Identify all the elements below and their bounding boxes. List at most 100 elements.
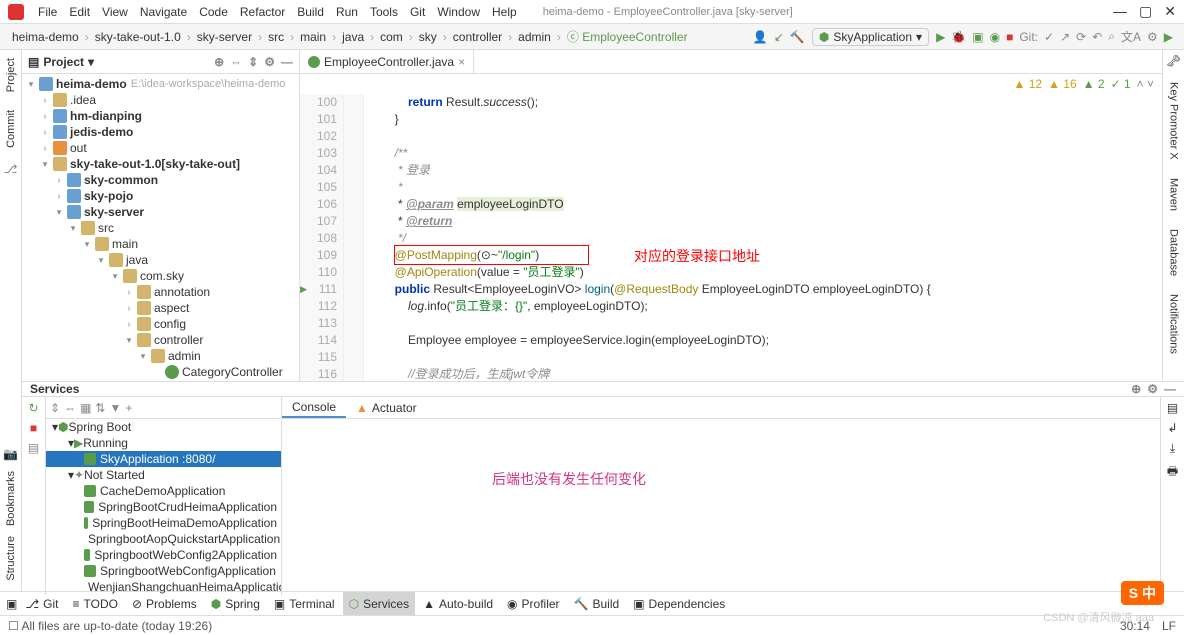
right-tab[interactable]: Database <box>1168 225 1180 280</box>
crumb-class[interactable]: ⓒ EmployeeController <box>563 28 692 45</box>
tree-item[interactable]: ▾sky-take-out-1.0 [sky-take-out] <box>22 156 299 172</box>
tree-item[interactable]: ▾com.sky <box>22 268 299 284</box>
crumb[interactable]: heima-demo <box>8 30 83 44</box>
menu-code[interactable]: Code <box>193 5 234 19</box>
actuator-tab[interactable]: ▲Actuator <box>346 397 427 418</box>
services-hide-icon[interactable]: — <box>1164 382 1176 396</box>
bottom-tab-build[interactable]: 🔨Build <box>568 592 626 615</box>
left-tab-project[interactable]: Project <box>5 54 17 96</box>
right-tab[interactable]: Notifications <box>1168 290 1180 358</box>
collapse-icon[interactable]: ⇔ <box>64 401 76 415</box>
bottom-tab-problems[interactable]: ⊘Problems <box>126 592 203 615</box>
tree-item[interactable]: ›sky-pojo <box>22 188 299 204</box>
services-console[interactable]: Console ▲Actuator 后端也没有发生任何变化 <box>282 397 1160 595</box>
maximize-icon[interactable]: ▢ <box>1139 3 1152 20</box>
tree-item[interactable]: ▾admin <box>22 348 299 364</box>
tree-item[interactable]: ›aspect <box>22 300 299 316</box>
scroll-icon[interactable]: ⤓ <box>1170 441 1175 456</box>
users-icon[interactable]: 👤 <box>753 30 768 44</box>
menu-help[interactable]: Help <box>486 5 523 19</box>
git-revert-icon[interactable]: ↶ <box>1092 30 1102 44</box>
crumb[interactable]: main <box>296 30 330 44</box>
bottom-tab-spring[interactable]: ⬢Spring <box>205 592 266 615</box>
tool-window-icon[interactable]: ▣ <box>6 597 17 611</box>
bottom-tab-git[interactable]: ⎇Git <box>19 592 64 615</box>
service-item[interactable]: SpringbootWebConfig2Application <box>46 547 281 563</box>
debug-icon[interactable]: 🐞 <box>951 30 966 44</box>
expand-icon[interactable]: ⇕ <box>50 401 60 415</box>
tree-item[interactable]: CategoryController <box>22 364 299 380</box>
service-item[interactable]: SpringBootCrudHeimaApplication <box>46 499 281 515</box>
tree-item[interactable]: ›annotation <box>22 284 299 300</box>
group-icon[interactable]: ▦ <box>80 401 91 415</box>
profile-icon[interactable]: ◉ <box>990 30 1000 44</box>
tree-item[interactable]: ›.idea <box>22 92 299 108</box>
menu-run[interactable]: Run <box>330 5 364 19</box>
expand-icon[interactable]: ⇔ <box>230 55 242 69</box>
tree-item[interactable]: ▾controller <box>22 332 299 348</box>
tree-item[interactable]: ›hm-dianping <box>22 108 299 124</box>
git-update-icon[interactable]: ✓ <box>1044 30 1054 44</box>
bookmarks-tab[interactable]: Bookmarks <box>5 471 17 526</box>
tree-item[interactable]: ▾src <box>22 220 299 236</box>
layout-icon[interactable]: ▤ <box>1167 401 1178 415</box>
play-icon[interactable]: ▶ <box>1164 30 1173 44</box>
service-item[interactable]: ▾ ▶ Running <box>46 435 281 451</box>
hide-icon[interactable]: — <box>281 55 293 69</box>
filter-icon[interactable]: ▤ <box>28 441 39 455</box>
navigate-back-icon[interactable]: ↙ <box>774 30 784 44</box>
project-tree[interactable]: ▾ heima-demo E:\idea-workspace\heima-dem… <box>22 74 299 381</box>
rerun-icon[interactable]: ↻ <box>28 401 38 415</box>
services-gear-icon[interactable]: ⚙ <box>1147 382 1158 396</box>
crumb[interactable]: src <box>264 30 288 44</box>
line-separator[interactable]: LF <box>1162 619 1176 633</box>
service-item[interactable]: SpringBootHeimaDemoApplication <box>46 515 281 531</box>
git-history-icon[interactable]: ⟳ <box>1076 30 1086 44</box>
git-branch-icon[interactable]: ⎇ <box>4 162 18 176</box>
search-icon[interactable]: ⌕ <box>1108 29 1115 44</box>
menu-navigate[interactable]: Navigate <box>134 5 193 19</box>
minimize-icon[interactable]: — <box>1113 3 1127 20</box>
collapse-icon[interactable]: ⇕ <box>248 55 258 69</box>
editor-tab[interactable]: EmployeeController.java × <box>300 50 474 73</box>
service-item[interactable]: SkyApplication :8080/ <box>46 451 281 467</box>
crumb[interactable]: admin <box>514 30 555 44</box>
close-icon[interactable]: ✕ <box>1164 3 1176 20</box>
print-icon[interactable]: 🖶 <box>1167 462 1178 483</box>
crumb[interactable]: sky-take-out-1.0 <box>91 30 185 44</box>
menu-window[interactable]: Window <box>431 5 486 19</box>
service-item[interactable]: ▾ ⬢ Spring Boot <box>46 419 281 435</box>
close-tab-icon[interactable]: × <box>458 55 465 69</box>
coverage-icon[interactable]: ▣ <box>972 30 983 44</box>
menu-file[interactable]: File <box>32 5 63 19</box>
tree-item[interactable]: ›config <box>22 316 299 332</box>
stop-icon[interactable]: ■ <box>30 421 37 435</box>
hammer-icon[interactable]: 🔨 <box>790 30 805 44</box>
left-tab-commit[interactable]: Commit <box>5 106 17 152</box>
menu-edit[interactable]: Edit <box>63 5 96 19</box>
bottom-tab-profiler[interactable]: ◉Profiler <box>501 592 566 615</box>
camera-icon[interactable]: 📷 <box>3 447 18 461</box>
tree-item[interactable]: CommonController <box>22 380 299 381</box>
right-tab[interactable]: Key Promoter X <box>1168 78 1180 164</box>
menu-git[interactable]: Git <box>404 5 431 19</box>
service-item[interactable]: SpringbootAopQuickstartApplication <box>46 531 281 547</box>
service-item[interactable]: ▾ ✦ Not Started <box>46 467 281 483</box>
run-icon[interactable]: ▶ <box>936 30 945 44</box>
structure-tab[interactable]: Structure <box>5 536 17 581</box>
bottom-tab-dependencies[interactable]: ▣Dependencies <box>627 592 731 615</box>
key-icon[interactable]: 🗝 <box>1166 54 1181 68</box>
editor-warnings[interactable]: ▲ 12 ▲ 16 ▲ 2 ✓ 1 ˄ ˅ <box>300 74 1162 94</box>
select-opened-icon[interactable]: ⊕ <box>214 55 224 69</box>
menu-view[interactable]: View <box>96 5 134 19</box>
tree-item[interactable]: ▾sky-server <box>22 204 299 220</box>
service-item[interactable]: CacheDemoApplication <box>46 483 281 499</box>
settings-icon[interactable]: ⚙ <box>1147 30 1158 44</box>
tree-item[interactable]: ▾java <box>22 252 299 268</box>
right-tab[interactable]: Maven <box>1168 174 1180 215</box>
stop-icon[interactable]: ■ <box>1006 30 1013 44</box>
crumb[interactable]: sky <box>415 30 441 44</box>
bottom-tab-todo[interactable]: ≡TODO <box>67 592 124 615</box>
sort-icon[interactable]: ⇅ <box>95 401 105 415</box>
console-tab[interactable]: Console <box>282 397 346 418</box>
